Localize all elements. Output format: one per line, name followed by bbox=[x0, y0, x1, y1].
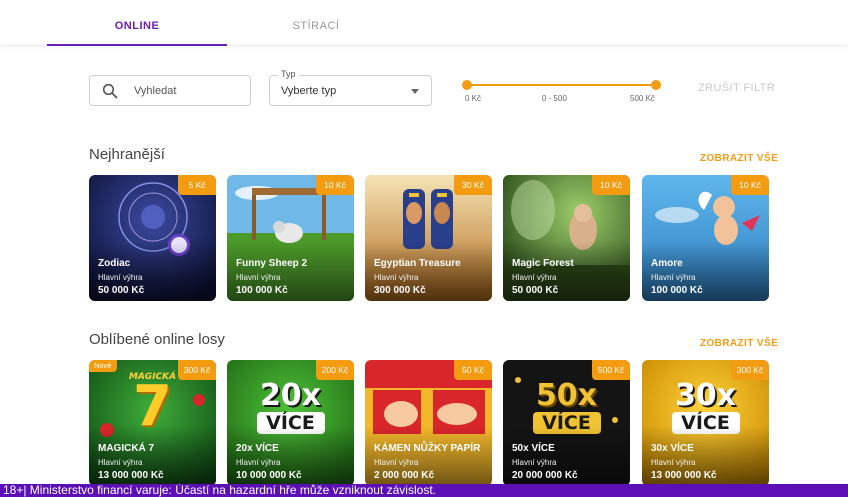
card-prize: 50 000 Kč bbox=[98, 285, 145, 296]
card-subtitle: Hlavní výhra bbox=[374, 273, 419, 282]
game-card-egyptian-treasure[interactable]: 30 Kč Egyptian Treasure Hlavní výhra 300… bbox=[365, 175, 492, 301]
card-logo-top: 50x bbox=[535, 378, 598, 413]
section-title-most-played: Nejhranější bbox=[89, 146, 165, 163]
card-title: Egyptian Treasure bbox=[374, 258, 461, 269]
card-logo-top: 20x bbox=[259, 378, 322, 413]
card-prize: 300 000 Kč bbox=[374, 285, 426, 296]
gambling-warning-bar: 18+| Ministerstvo financí varuje: Účastí… bbox=[0, 484, 848, 497]
type-select-value: Vyberte typ bbox=[281, 85, 337, 97]
game-card-funny-sheep-2[interactable]: 10 Kč Funny Sheep 2 Hlavní výhra 100 000… bbox=[227, 175, 354, 301]
card-title: MAGICKÁ 7 bbox=[98, 443, 155, 454]
slider-handle-max[interactable] bbox=[651, 80, 661, 90]
card-subtitle: Hlavní výhra bbox=[374, 458, 419, 467]
card-prize: 50 000 Kč bbox=[512, 285, 559, 296]
card-prize: 13 000 000 Kč bbox=[98, 470, 164, 481]
tab-bar: ONLINE STÍRACÍ bbox=[0, 0, 848, 46]
card-subtitle: Hlavní výhra bbox=[236, 273, 281, 282]
card-title: KÁMEN NŮŽKY PAPÍR bbox=[374, 443, 481, 454]
card-title: Amore bbox=[651, 258, 683, 269]
tab-stiraci-label: STÍRACÍ bbox=[292, 20, 340, 32]
price-badge: 5 Kč bbox=[178, 175, 216, 195]
price-badge: 10 Kč bbox=[592, 175, 630, 195]
price-max-label: 500 Kč bbox=[630, 94, 655, 103]
card-subtitle: Hlavní výhra bbox=[651, 273, 696, 282]
type-select-label: Typ bbox=[278, 69, 299, 79]
card-subtitle: Hlavní výhra bbox=[512, 458, 557, 467]
card-prize: 20 000 000 Kč bbox=[512, 470, 578, 481]
card-subtitle: Hlavní výhra bbox=[98, 273, 143, 282]
card-title: Zodiac bbox=[98, 258, 131, 269]
card-title: Funny Sheep 2 bbox=[236, 258, 308, 269]
game-card-magic-forest[interactable]: 10 Kč Magic Forest Hlavní výhra 50 000 K… bbox=[503, 175, 630, 301]
card-prize: 100 000 Kč bbox=[651, 285, 703, 296]
price-badge: 200 Kč bbox=[316, 360, 354, 380]
card-subtitle: Hlavní výhra bbox=[651, 458, 696, 467]
card-prize: 10 000 000 Kč bbox=[236, 470, 302, 481]
chevron-down-icon bbox=[411, 89, 419, 94]
game-card-amore[interactable]: 10 Kč Amore Hlavní výhra 100 000 Kč bbox=[642, 175, 769, 301]
game-card-kamen-nuzky-papir[interactable]: 50 Kč KÁMEN NŮŽKY PAPÍR Hlavní výhra 2 0… bbox=[365, 360, 492, 486]
search-box bbox=[89, 75, 251, 106]
search-input[interactable] bbox=[134, 81, 244, 101]
slider-track[interactable] bbox=[466, 84, 656, 86]
card-title: Magic Forest bbox=[512, 258, 574, 269]
card-subtitle: Hlavní výhra bbox=[98, 458, 143, 467]
price-badge: 10 Kč bbox=[731, 175, 769, 195]
card-prize: 100 000 Kč bbox=[236, 285, 288, 296]
new-badge: Nové bbox=[89, 360, 117, 372]
game-card-30x-vice[interactable]: 30x VÍCE 300 Kč 30x VÍCE Hlavní výhra 13… bbox=[642, 360, 769, 486]
card-title: 30x VÍCE bbox=[651, 443, 694, 454]
price-badge: 30 Kč bbox=[454, 175, 492, 195]
game-card-50x-vice[interactable]: 50x VÍCE 500 Kč 50x VÍCE Hlavní výhra 20… bbox=[503, 360, 630, 486]
active-tab-underline bbox=[47, 44, 227, 46]
price-badge: 300 Kč bbox=[731, 360, 769, 380]
card-subtitle: Hlavní výhra bbox=[236, 458, 281, 467]
section-title-favorite-online: Oblíbené online losy bbox=[89, 331, 225, 348]
game-card-zodiac[interactable]: 5 Kč Zodiac Hlavní výhra 50 000 Kč bbox=[89, 175, 216, 301]
price-badge: 50 Kč bbox=[454, 360, 492, 380]
show-all-most-played-link[interactable]: ZOBRAZIT VŠE bbox=[700, 153, 778, 164]
card-title: 50x VÍCE bbox=[512, 443, 555, 454]
price-range-label: 0 - 500 bbox=[542, 94, 567, 103]
slider-handle-min[interactable] bbox=[462, 80, 472, 90]
search-icon bbox=[102, 83, 118, 99]
game-card-magicka-7[interactable]: MAGICKÁ 7 Nové 300 Kč MAGICKÁ 7 Hlavní v… bbox=[89, 360, 216, 486]
card-title: 20x VÍCE bbox=[236, 443, 279, 454]
price-badge: 300 Kč bbox=[178, 360, 216, 380]
card-logo-top: 30x bbox=[674, 378, 737, 413]
price-badge: 500 Kč bbox=[592, 360, 630, 380]
game-card-20x-vice[interactable]: 20x VÍCE 200 Kč 20x VÍCE Hlavní výhra 10… bbox=[227, 360, 354, 486]
tab-stiraci[interactable]: STÍRACÍ bbox=[226, 0, 406, 46]
price-min-label: 0 Kč bbox=[465, 94, 482, 103]
tab-online[interactable]: ONLINE bbox=[47, 0, 227, 46]
price-badge: 10 Kč bbox=[316, 175, 354, 195]
card-prize: 2 000 000 Kč bbox=[374, 470, 435, 481]
card-subtitle: Hlavní výhra bbox=[512, 273, 557, 282]
price-range-slider[interactable]: 0 Kč 0 - 500 500 Kč bbox=[462, 80, 661, 110]
card-prize: 13 000 000 Kč bbox=[651, 470, 717, 481]
show-all-favorite-link[interactable]: ZOBRAZIT VŠE bbox=[700, 338, 778, 349]
type-select[interactable]: Typ Vyberte typ bbox=[269, 69, 432, 106]
tab-online-label: ONLINE bbox=[114, 20, 160, 32]
clear-filter-button[interactable]: ZRUŠIT FILTR bbox=[698, 82, 775, 94]
